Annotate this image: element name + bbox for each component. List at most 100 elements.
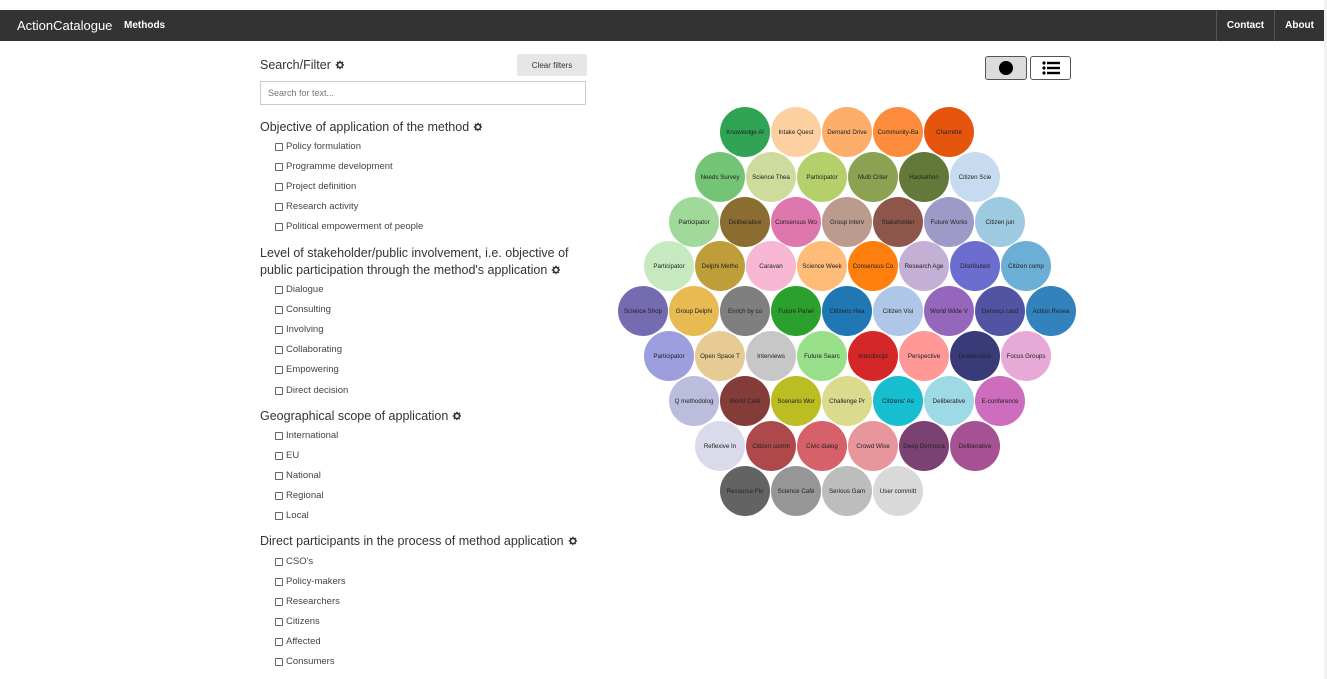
method-bubble[interactable]: Research Age xyxy=(899,241,949,291)
method-bubble[interactable]: Reflexive In xyxy=(695,421,745,471)
method-bubble[interactable]: Citizen summ xyxy=(746,421,796,471)
option-checkbox[interactable]: Programme development xyxy=(275,161,393,173)
bubble-view-button[interactable] xyxy=(985,56,1027,80)
method-bubble[interactable]: Delphi Metho xyxy=(695,241,745,291)
checkbox[interactable] xyxy=(275,163,283,171)
checkbox[interactable] xyxy=(275,578,283,586)
option-checkbox[interactable]: Direct decision xyxy=(275,385,348,397)
option-checkbox[interactable]: Affected xyxy=(275,636,321,648)
method-bubble[interactable]: Crowd Wise xyxy=(848,421,898,471)
method-bubble[interactable]: Open Space T xyxy=(695,331,745,381)
checkbox[interactable] xyxy=(275,223,283,231)
method-bubble[interactable]: Science Café xyxy=(771,466,821,516)
method-bubble[interactable]: Future Panel xyxy=(771,286,821,336)
option-checkbox[interactable]: Policy formulation xyxy=(275,141,361,153)
nav-methods-link[interactable]: Methods xyxy=(124,10,165,41)
method-bubble[interactable]: Enrich by co xyxy=(720,286,770,336)
method-bubble[interactable]: Perspective xyxy=(899,331,949,381)
method-bubble[interactable]: Deep Democra xyxy=(899,421,949,471)
method-bubble[interactable]: Serious Gam xyxy=(822,466,872,516)
checkbox[interactable] xyxy=(275,512,283,520)
method-bubble[interactable]: Challenge Pr xyxy=(822,376,872,426)
checkbox[interactable] xyxy=(275,387,283,395)
checkbox[interactable] xyxy=(275,346,283,354)
method-bubble[interactable]: Future Works xyxy=(924,197,974,247)
method-bubble[interactable]: Focus Groups xyxy=(1001,331,1051,381)
gear-icon[interactable] xyxy=(551,265,561,275)
checkbox[interactable] xyxy=(275,306,283,314)
method-bubble[interactable]: Citizen comp xyxy=(1001,241,1051,291)
option-checkbox[interactable]: EU xyxy=(275,450,299,462)
method-bubble[interactable]: Science Shop xyxy=(618,286,668,336)
method-bubble[interactable]: World Café xyxy=(720,376,770,426)
option-checkbox[interactable]: Empowering xyxy=(275,364,339,376)
method-bubble[interactable]: Scenario Wor xyxy=(771,376,821,426)
method-bubble[interactable]: Deliberative xyxy=(950,421,1000,471)
method-bubble[interactable]: Distributed xyxy=(950,241,1000,291)
option-checkbox[interactable]: Consulting xyxy=(275,304,331,316)
method-bubble[interactable]: Deliberative xyxy=(950,331,1000,381)
method-bubble[interactable]: Action Resea xyxy=(1026,286,1076,336)
method-bubble[interactable]: Consensus Co xyxy=(848,241,898,291)
method-bubble[interactable]: Demand Drive xyxy=(822,107,872,157)
method-bubble[interactable]: Citizen jun xyxy=(975,197,1025,247)
option-checkbox[interactable]: Dialogue xyxy=(275,284,324,296)
option-checkbox[interactable]: Research activity xyxy=(275,201,358,213)
method-bubble[interactable]: Stakeholder xyxy=(873,197,923,247)
method-bubble[interactable]: Group Delphi xyxy=(669,286,719,336)
method-bubble[interactable]: Group interv xyxy=(822,197,872,247)
search-input[interactable] xyxy=(260,81,586,105)
method-bubble[interactable]: Hackathon xyxy=(899,152,949,202)
method-bubble[interactable]: Deliberative xyxy=(924,376,974,426)
method-bubble[interactable]: Citizens' As xyxy=(873,376,923,426)
nav-about-link[interactable]: About xyxy=(1274,10,1324,41)
option-checkbox[interactable]: Consumers xyxy=(275,656,335,668)
checkbox[interactable] xyxy=(275,472,283,480)
method-bubble[interactable]: Knowledge Al xyxy=(720,107,770,157)
nav-contact-link[interactable]: Contact xyxy=(1215,10,1274,41)
checkbox[interactable] xyxy=(275,598,283,606)
method-bubble[interactable]: Deliberative xyxy=(720,197,770,247)
option-checkbox[interactable]: Researchers xyxy=(275,596,340,608)
method-bubble[interactable]: Charrette xyxy=(924,107,974,157)
method-bubble[interactable]: Science Thea xyxy=(746,152,796,202)
option-checkbox[interactable]: CSO's xyxy=(275,556,313,568)
option-checkbox[interactable]: Citizens xyxy=(275,616,320,628)
method-bubble[interactable]: Interdiscipl xyxy=(848,331,898,381)
method-bubble[interactable]: Participator xyxy=(669,197,719,247)
option-checkbox[interactable]: Project definition xyxy=(275,181,356,193)
checkbox[interactable] xyxy=(275,618,283,626)
checkbox[interactable] xyxy=(275,492,283,500)
option-checkbox[interactable]: Local xyxy=(275,510,309,522)
method-bubble[interactable]: Intake Quest xyxy=(771,107,821,157)
method-bubble[interactable]: Citizens Hea xyxy=(822,286,872,336)
checkbox[interactable] xyxy=(275,638,283,646)
gear-icon[interactable] xyxy=(568,536,578,546)
checkbox[interactable] xyxy=(275,452,283,460)
method-bubble[interactable]: Resource Flo xyxy=(720,466,770,516)
method-bubble[interactable]: User committ xyxy=(873,466,923,516)
method-bubble[interactable]: Consensus Wo xyxy=(771,197,821,247)
method-bubble[interactable]: Citizen Visi xyxy=(873,286,923,336)
option-checkbox[interactable]: International xyxy=(275,430,338,442)
checkbox[interactable] xyxy=(275,658,283,666)
option-checkbox[interactable]: Policy-makers xyxy=(275,576,346,588)
checkbox[interactable] xyxy=(275,183,283,191)
method-bubble[interactable]: Participator xyxy=(644,331,694,381)
method-bubble[interactable]: E-conference xyxy=(975,376,1025,426)
gear-icon[interactable] xyxy=(473,122,483,132)
option-checkbox[interactable]: Involving xyxy=(275,324,324,336)
method-bubble[interactable]: Civic dialog xyxy=(797,421,847,471)
list-view-button[interactable] xyxy=(1030,56,1071,80)
method-bubble[interactable]: Multi Criter xyxy=(848,152,898,202)
method-bubble[interactable]: Future Searc xyxy=(797,331,847,381)
option-checkbox[interactable]: Collaborating xyxy=(275,344,342,356)
method-bubble[interactable]: Needs Survey xyxy=(695,152,745,202)
clear-filters-button[interactable]: Clear filters xyxy=(517,54,587,76)
method-bubble[interactable]: Caravan xyxy=(746,241,796,291)
method-bubble[interactable]: Democs card xyxy=(975,286,1025,336)
checkbox[interactable] xyxy=(275,143,283,151)
brand-link[interactable]: ActionCatalogue xyxy=(17,10,112,41)
checkbox[interactable] xyxy=(275,286,283,294)
option-checkbox[interactable]: National xyxy=(275,470,321,482)
